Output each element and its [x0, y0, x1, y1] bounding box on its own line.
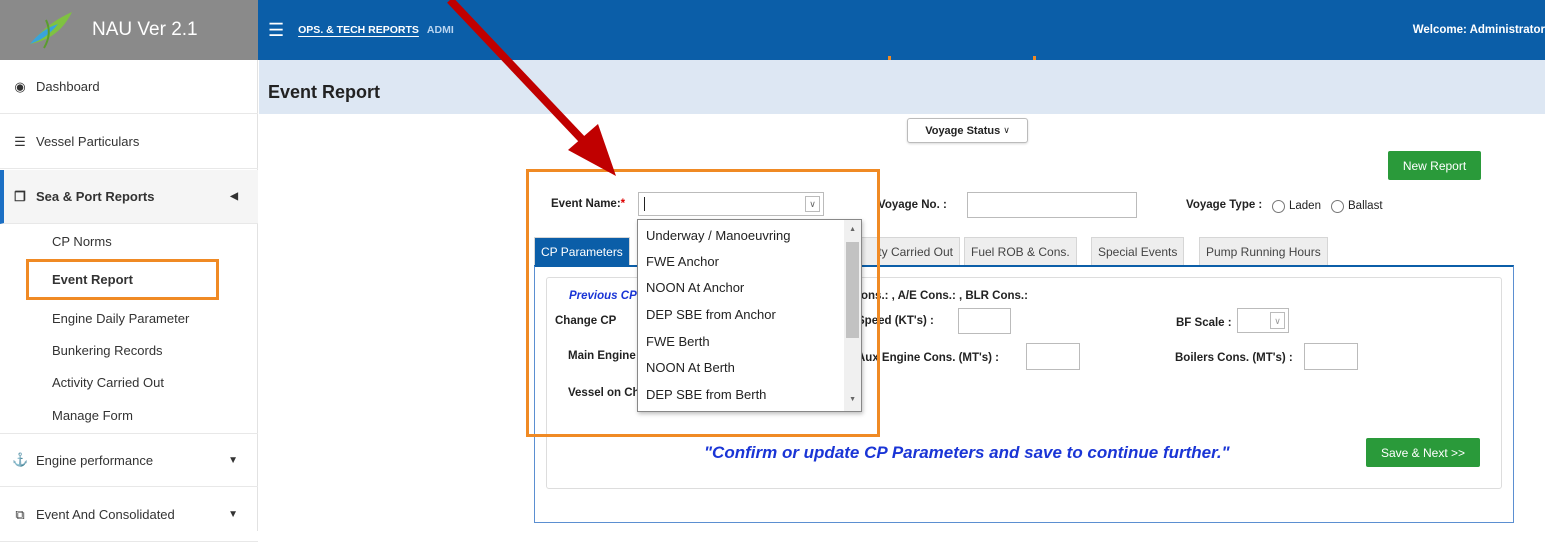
sidebar-item-label: Vessel Particulars	[36, 134, 140, 149]
voyage-no-label: Voyage No. :	[878, 199, 947, 211]
boilers-input[interactable]	[1304, 343, 1358, 370]
welcome-text[interactable]: Welcome: Administrator	[1413, 24, 1545, 36]
caret-down-icon: ▼	[228, 454, 238, 466]
ballast-radio[interactable]	[1331, 200, 1344, 213]
chevron-down-icon: ∨	[1270, 312, 1285, 329]
app-title: NAU Ver 2.1	[92, 19, 198, 40]
sidebar-subitem-manage-form[interactable]: Manage Form	[52, 408, 133, 423]
laden-label: Laden	[1289, 200, 1321, 212]
anchor-icon: ⚓	[12, 452, 29, 467]
highlight-box-main	[526, 169, 880, 437]
caret-down-icon: ▼	[228, 509, 238, 520]
tab-fuel-rob-cons[interactable]: Fuel ROB & Cons.	[964, 237, 1077, 265]
highlight-box-sidebar	[26, 259, 219, 300]
sidebar-item-label: Dashboard	[36, 79, 100, 94]
annotation-arrow-icon	[447, 0, 616, 176]
sidebar-item-label: Sea & Port Reports	[36, 189, 155, 204]
logo-area: NAU Ver 2.1	[0, 0, 258, 60]
save-next-button[interactable]: Save & Next >>	[1366, 438, 1480, 467]
sidebar-subitem-engine-daily-parameter[interactable]: Engine Daily Parameter	[52, 311, 189, 326]
confirm-message: "Confirm or update CP Parameters and sav…	[704, 443, 1230, 462]
sidebar-subitem-cp-norms[interactable]: CP Norms	[52, 234, 112, 249]
sidebar-item-sea-port-reports[interactable]: ❐ Sea & Port Reports ◀	[0, 170, 258, 224]
caret-left-icon: ◀	[230, 191, 238, 202]
sidebar-subitem-activity-carried-out[interactable]: Activity Carried Out	[52, 375, 164, 390]
laden-radio[interactable]	[1272, 200, 1285, 213]
sidebar-item-dashboard[interactable]: ◉ Dashboard	[0, 60, 258, 114]
voyage-status-button[interactable]: Voyage Status ∨	[907, 118, 1028, 143]
sidebar-item-label: Event And Consolidated	[36, 507, 175, 522]
dashboard-icon: ◉	[14, 78, 26, 94]
chevron-down-icon: ∨	[1003, 125, 1010, 135]
consumption-summary: ons.: , A/E Cons.: , BLR Cons.:	[861, 290, 1028, 302]
voyage-no-input[interactable]	[967, 192, 1137, 218]
new-report-button[interactable]: New Report	[1388, 151, 1481, 180]
ballast-label: Ballast	[1348, 200, 1383, 212]
sidebar-item-event-and-consolidated[interactable]: ⧉ Event And Consolidated ▼	[0, 488, 258, 542]
speed-input[interactable]	[958, 308, 1011, 334]
voyage-status-label: Voyage Status	[925, 124, 1001, 137]
aux-engine-input[interactable]	[1026, 343, 1080, 370]
voyage-type-label: Voyage Type :	[1186, 199, 1263, 211]
copy-icon: ❐	[14, 188, 26, 204]
menu-toggle-icon[interactable]: ☰	[268, 20, 284, 41]
tab-pump-running-hours[interactable]: Pump Running Hours	[1199, 237, 1328, 265]
bf-scale-select[interactable]: ∨	[1237, 308, 1289, 333]
database-icon: ☰	[14, 133, 26, 149]
boilers-label: Boilers Cons. (MT's) :	[1175, 352, 1293, 364]
tab-special-events[interactable]: Special Events	[1091, 237, 1185, 265]
clone-icon: ⧉	[15, 506, 25, 522]
bf-scale-label: BF Scale :	[1176, 317, 1232, 329]
app-logo-icon	[30, 12, 72, 49]
sidebar-item-label: Engine performance	[36, 452, 154, 468]
sidebar-item-vessel-particulars[interactable]: ☰ Vessel Particulars	[0, 115, 258, 169]
sidebar-item-engine-performance[interactable]: ⚓ Engine performance ▼	[0, 433, 258, 487]
sidebar-subitem-bunkering-records[interactable]: Bunkering Records	[52, 343, 163, 358]
